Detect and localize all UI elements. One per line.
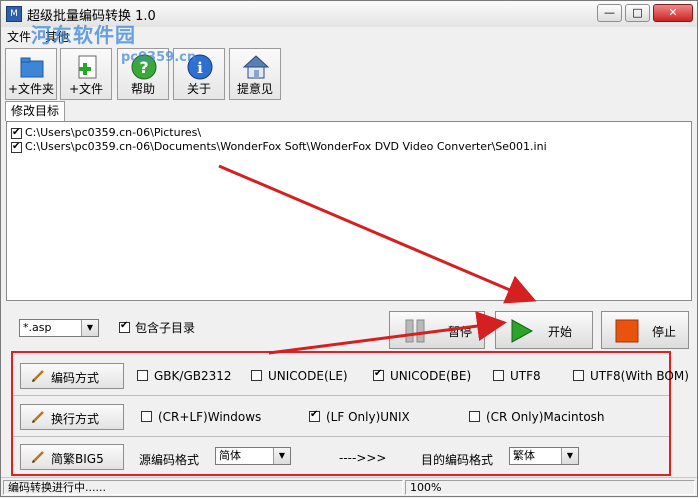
- tab-targets[interactable]: 修改目标: [5, 101, 65, 121]
- pause-icon: [405, 319, 425, 343]
- watermark-url: pc0359.cn: [121, 50, 197, 65]
- encoding-option-label: UTF8(With BOM): [590, 368, 689, 383]
- big5-label: 简繁BIG5: [51, 452, 104, 466]
- toolbar: +文件夹 +文件 ? 帮助 i 关于 提意见: [1, 47, 697, 101]
- start-label: 开始: [548, 325, 573, 339]
- source-encoding-select[interactable]: 简体 ▼: [215, 447, 291, 465]
- line-ending-option-checkbox[interactable]: [469, 411, 480, 422]
- line-ending-option-windows[interactable]: (CR+LF)Windows: [141, 409, 261, 424]
- encoding-option-label: GBK/GB2312: [154, 368, 232, 383]
- big5-button[interactable]: 简繁BIG5: [20, 444, 124, 470]
- list-item-checkbox[interactable]: [11, 126, 22, 140]
- encoding-option-checkbox[interactable]: [373, 368, 384, 381]
- help-label: 帮助: [130, 82, 155, 96]
- pause-button[interactable]: 暂停: [389, 311, 485, 349]
- file-filter-select[interactable]: *.asp ▼: [19, 319, 99, 337]
- app-window: M 超级批量编码转换 1.0 — □ ✕ 文件 其他 +文件夹 +文件 ? 帮助…: [0, 0, 698, 497]
- minimize-icon: —: [604, 6, 615, 19]
- pencil-icon: [32, 451, 44, 463]
- source-encoding-value: 简体: [219, 449, 241, 462]
- list-item-path: C:\Users\pc0359.cn-06\Pictures\: [25, 126, 202, 139]
- chevron-down-icon: ▼: [81, 320, 98, 336]
- line-ending-option-unix[interactable]: (LF Only)UNIX: [309, 409, 410, 424]
- encoding-option-utf8[interactable]: UTF8: [493, 368, 541, 383]
- encoding-option-label: UTF8: [510, 368, 541, 383]
- encoding-option-unicode-be[interactable]: UNICODE(BE): [373, 368, 471, 383]
- house-icon: [243, 55, 269, 79]
- stop-icon: [615, 319, 639, 343]
- feedback-label: 提意见: [236, 82, 273, 96]
- include-subdirs-label: 包含子目录: [135, 321, 196, 335]
- chevron-down-icon: ▼: [273, 448, 290, 464]
- play-icon: [511, 319, 534, 343]
- status-progress: 100%: [405, 480, 695, 495]
- line-ending-label: 换行方式: [51, 412, 100, 426]
- maximize-button[interactable]: □: [625, 4, 650, 22]
- encoding-row: 编码方式 GBK/GB2312 UNICODE(LE) UNICODE(BE) …: [13, 355, 689, 395]
- conversion-arrow-text: ---->>>: [339, 451, 387, 465]
- add-file-label: +文件: [68, 82, 104, 96]
- start-button[interactable]: 开始: [495, 311, 593, 349]
- add-file-button[interactable]: +文件: [60, 48, 112, 100]
- pencil-icon: [32, 411, 44, 423]
- pencil-icon: [32, 370, 44, 382]
- watermark-logo: 河东软件园: [31, 23, 136, 47]
- line-ending-row: 换行方式 (CR+LF)Windows (LF Only)UNIX (CR On…: [13, 396, 669, 436]
- folder-add-icon: [20, 57, 44, 78]
- encoding-option-checkbox[interactable]: [573, 370, 584, 381]
- svg-text:i: i: [197, 59, 203, 77]
- app-icon: M: [6, 6, 22, 22]
- conversion-options-panel: 编码方式 GBK/GB2312 UNICODE(LE) UNICODE(BE) …: [11, 351, 689, 477]
- close-button[interactable]: ✕: [653, 4, 693, 22]
- pause-label: 暂停: [448, 325, 473, 339]
- stop-button[interactable]: 停止: [601, 311, 689, 349]
- about-label: 关于: [186, 82, 211, 96]
- line-ending-option-checkbox[interactable]: [141, 411, 152, 422]
- feedback-button[interactable]: 提意见: [229, 48, 281, 100]
- line-ending-option-mac[interactable]: (CR Only)Macintosh: [469, 409, 605, 424]
- include-subdirs-box[interactable]: [119, 320, 130, 333]
- add-folder-button[interactable]: +文件夹: [5, 48, 57, 100]
- list-item-checkbox[interactable]: [11, 140, 22, 154]
- line-ending-button[interactable]: 换行方式: [20, 404, 124, 430]
- encoding-option-gbk[interactable]: GBK/GB2312: [137, 368, 232, 383]
- encoding-option-label: UNICODE(BE): [390, 368, 472, 383]
- target-encoding-select[interactable]: 繁体 ▼: [509, 447, 579, 465]
- encoding-option-unicode-le[interactable]: UNICODE(LE): [251, 368, 348, 383]
- chevron-down-icon: ▼: [561, 448, 578, 464]
- line-ending-option-label: (CR Only)Macintosh: [486, 409, 605, 424]
- file-add-icon: [78, 55, 97, 79]
- list-item[interactable]: C:\Users\pc0359.cn-06\Pictures\: [11, 126, 201, 140]
- add-folder-label: +文件夹: [7, 82, 55, 96]
- minimize-button[interactable]: —: [597, 4, 622, 22]
- close-icon: ✕: [668, 6, 678, 19]
- source-encoding-label: 源编码格式: [139, 453, 200, 467]
- target-encoding-value: 繁体: [513, 449, 535, 462]
- maximize-icon: □: [632, 6, 643, 19]
- include-subdirs-checkbox[interactable]: 包含子目录: [119, 319, 195, 336]
- line-ending-option-checkbox[interactable]: [309, 409, 320, 422]
- list-item[interactable]: C:\Users\pc0359.cn-06\Documents\WonderFo…: [11, 140, 547, 154]
- encoding-option-checkbox[interactable]: [251, 370, 262, 381]
- encoding-option-checkbox[interactable]: [137, 370, 148, 381]
- status-bar: 编码转换进行中...... 100%: [1, 477, 697, 497]
- status-message: 编码转换进行中......: [3, 480, 403, 495]
- control-row: *.asp ▼ 包含子目录 暂停 开始 停止: [1, 303, 697, 351]
- encoding-option-checkbox[interactable]: [493, 370, 504, 381]
- file-filter-value: *.asp: [23, 321, 52, 334]
- encoding-option-utf8-bom[interactable]: UTF8(With BOM): [573, 368, 689, 383]
- encoding-option-label: UNICODE(LE): [268, 368, 348, 383]
- stop-label: 停止: [652, 325, 677, 339]
- big5-row: 简繁BIG5 源编码格式 简体 ▼ ---->>> 目的编码格式 繁体 ▼: [13, 437, 669, 477]
- encoding-method-label: 编码方式: [51, 371, 100, 385]
- target-encoding-label: 目的编码格式: [421, 453, 494, 467]
- line-ending-option-label: (LF Only)UNIX: [326, 409, 410, 424]
- list-item-path: C:\Users\pc0359.cn-06\Documents\WonderFo…: [25, 140, 547, 153]
- encoding-method-button[interactable]: 编码方式: [20, 363, 124, 389]
- file-list[interactable]: C:\Users\pc0359.cn-06\Pictures\ C:\Users…: [6, 121, 692, 301]
- line-ending-option-label: (CR+LF)Windows: [158, 409, 262, 424]
- menu-file[interactable]: 文件: [7, 28, 31, 45]
